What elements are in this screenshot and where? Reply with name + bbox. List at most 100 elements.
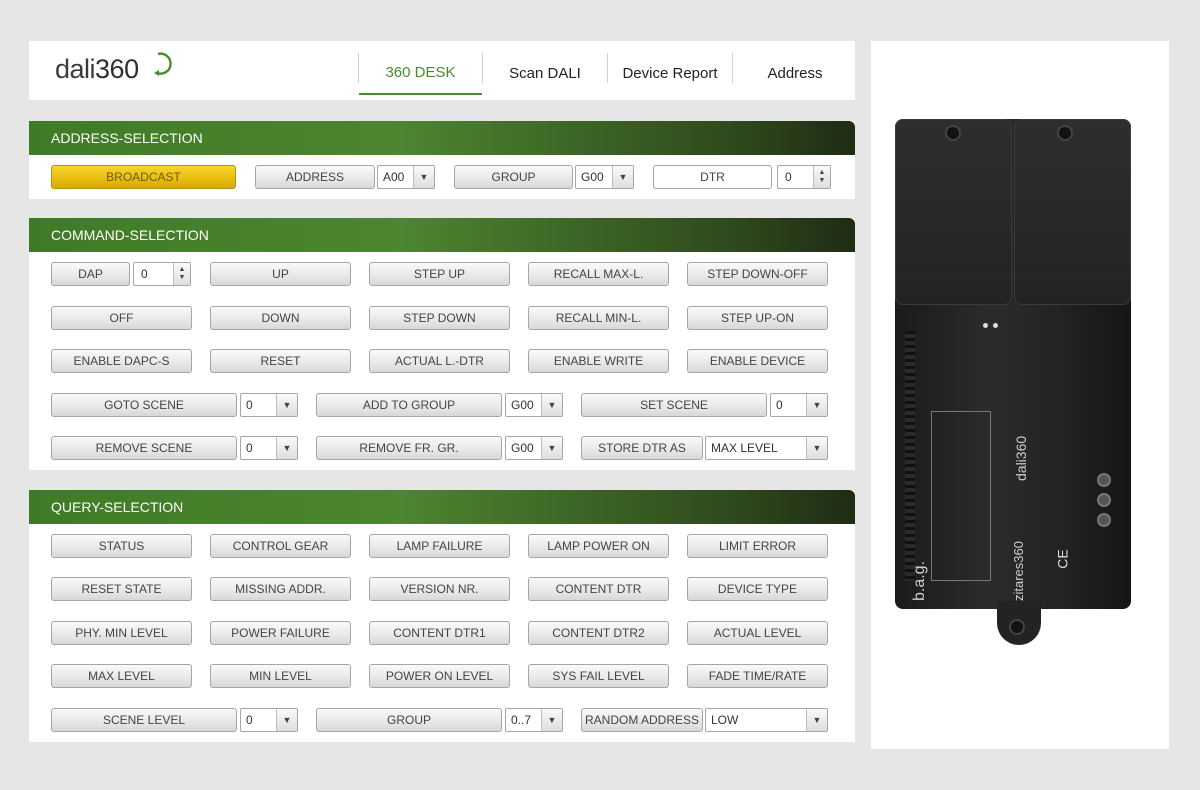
max-level-button[interactable]: MAX LEVEL [51,664,192,688]
chevron-down-icon: ▼ [413,166,434,188]
device-type-button[interactable]: DEVICE TYPE [687,577,828,601]
add-to-group-button[interactable]: ADD TO GROUP [316,393,502,417]
enable-dapc-s-button[interactable]: ENABLE DAPC-S [51,349,192,373]
recall-min-button[interactable]: RECALL MIN-L. [528,306,669,330]
content-dtr2-button[interactable]: CONTENT DTR2 [528,621,669,645]
sys-fail-level-button[interactable]: SYS FAIL LEVEL [528,664,669,688]
add-to-group-select-value: G00 [511,398,534,412]
dap-stepper[interactable]: 0 ▲ ▼ [133,262,191,286]
tab-360-desk[interactable]: 360 DESK [359,51,482,95]
content-dtr-button[interactable]: CONTENT DTR [528,577,669,601]
actual-level-button[interactable]: ACTUAL LEVEL [687,621,828,645]
fade-time-rate-button[interactable]: FADE TIME/RATE [687,664,828,688]
power-failure-button[interactable]: POWER FAILURE [210,621,351,645]
remove-from-group-button[interactable]: REMOVE FR. GR. [316,436,502,460]
scene-level-button[interactable]: SCENE LEVEL [51,708,237,732]
screw-hole-icon [1057,125,1073,141]
address-select[interactable]: A00 ▼ [377,165,435,189]
random-address-select[interactable]: LOW ▼ [705,708,828,732]
step-down-button[interactable]: STEP DOWN [369,306,510,330]
chevron-down-icon: ▼ [276,394,297,416]
device-model-brand-text: dali360 [1013,435,1029,481]
off-button[interactable]: OFF [51,306,192,330]
chevron-down-icon: ▼ [276,437,297,459]
store-dtr-as-select[interactable]: MAX LEVEL ▼ [705,436,828,460]
recall-max-button[interactable]: RECALL MAX-L. [528,262,669,286]
control-gear-button[interactable]: CONTROL GEAR [210,534,351,558]
logo-text-dali: dali [55,54,96,84]
store-dtr-as-button[interactable]: STORE DTR AS [581,436,703,460]
up-button[interactable]: UP [210,262,351,286]
dtr-field[interactable]: DTR [653,165,772,189]
address-button[interactable]: ADDRESS [255,165,375,189]
step-up-button[interactable]: STEP UP [369,262,510,286]
device-lid-left [895,119,1012,305]
query-group-button[interactable]: GROUP [316,708,502,732]
device-label-plate [931,411,991,581]
device-zi-brand-text: zitares360 [1011,541,1026,601]
tab-address[interactable]: Address [733,51,857,95]
goto-scene-button[interactable]: GOTO SCENE [51,393,237,417]
add-to-group-select[interactable]: G00 ▼ [505,393,563,417]
scene-level-select[interactable]: 0 ▼ [240,708,298,732]
lamp-power-on-button[interactable]: LAMP POWER ON [528,534,669,558]
enable-device-button[interactable]: ENABLE DEVICE [687,349,828,373]
stepper-arrows-icon[interactable]: ▲ ▼ [173,263,190,285]
dap-stepper-value: 0 [141,267,148,281]
power-on-level-button[interactable]: POWER ON LEVEL [369,664,510,688]
remove-from-group-select[interactable]: G00 ▼ [505,436,563,460]
step-down-off-button[interactable]: STEP DOWN-OFF [687,262,828,286]
chevron-down-icon: ▼ [541,437,562,459]
device-button-icon [1097,493,1111,507]
down-button[interactable]: DOWN [210,306,351,330]
random-address-button[interactable]: RANDOM ADDRESS [581,708,703,732]
tab-device-report[interactable]: Device Report [608,51,732,95]
tab-scan-dali[interactable]: Scan DALI [483,51,607,95]
actual-l-dtr-button[interactable]: ACTUAL L.-DTR [369,349,510,373]
remove-scene-select[interactable]: 0 ▼ [240,436,298,460]
ce-mark-text: CE [1054,549,1071,569]
set-scene-button[interactable]: SET SCENE [581,393,767,417]
query-selection-panel: QUERY-SELECTION STATUS CONTROL GEAR LAMP… [29,490,855,742]
command-selection-title: COMMAND-SELECTION [29,218,855,252]
set-scene-select[interactable]: 0 ▼ [770,393,828,417]
enable-write-button[interactable]: ENABLE WRITE [528,349,669,373]
chevron-down-icon: ▼ [612,166,633,188]
query-group-select-value: 0..7 [511,713,532,727]
group-select[interactable]: G00 ▼ [575,165,634,189]
status-button[interactable]: STATUS [51,534,192,558]
remove-from-group-select-value: G00 [511,441,534,455]
store-dtr-as-select-value: MAX LEVEL [711,441,778,455]
led-icon [983,323,988,328]
reset-button[interactable]: RESET [210,349,351,373]
version-nr-button[interactable]: VERSION NR. [369,577,510,601]
logo-text-360: 360 [95,54,139,84]
dap-button[interactable]: DAP [51,262,130,286]
led-icon [993,323,998,328]
min-level-button[interactable]: MIN LEVEL [210,664,351,688]
address-selection-title: ADDRESS-SELECTION [29,121,855,155]
screw-hole-icon [945,125,961,141]
missing-addr-button[interactable]: MISSING ADDR. [210,577,351,601]
logo-arc-icon [154,52,172,76]
group-button[interactable]: GROUP [454,165,573,189]
content-dtr1-button[interactable]: CONTENT DTR1 [369,621,510,645]
query-group-select[interactable]: 0..7 ▼ [505,708,563,732]
dtr-stepper[interactable]: 0 ▲ ▼ [777,165,831,189]
nav-divider [358,53,359,83]
reset-state-button[interactable]: RESET STATE [51,577,192,601]
device-image-panel: b.a.g. dali360 zitares360 CE [871,41,1169,749]
limit-error-button[interactable]: LIMIT ERROR [687,534,828,558]
remove-scene-button[interactable]: REMOVE SCENE [51,436,237,460]
broadcast-button[interactable]: BROADCAST [51,165,236,189]
random-address-select-value: LOW [711,713,739,727]
lamp-failure-button[interactable]: LAMP FAILURE [369,534,510,558]
chevron-down-icon: ▼ [541,394,562,416]
stepper-arrows-icon[interactable]: ▲ ▼ [813,166,830,188]
goto-scene-select[interactable]: 0 ▼ [240,393,298,417]
step-up-on-button[interactable]: STEP UP-ON [687,306,828,330]
phy-min-level-button[interactable]: PHY. MIN LEVEL [51,621,192,645]
device-mount-tab [997,601,1041,645]
screw-hole-icon [1009,619,1025,635]
command-selection-panel: COMMAND-SELECTION DAP 0 ▲ ▼ UP STEP UP RE… [29,218,855,470]
